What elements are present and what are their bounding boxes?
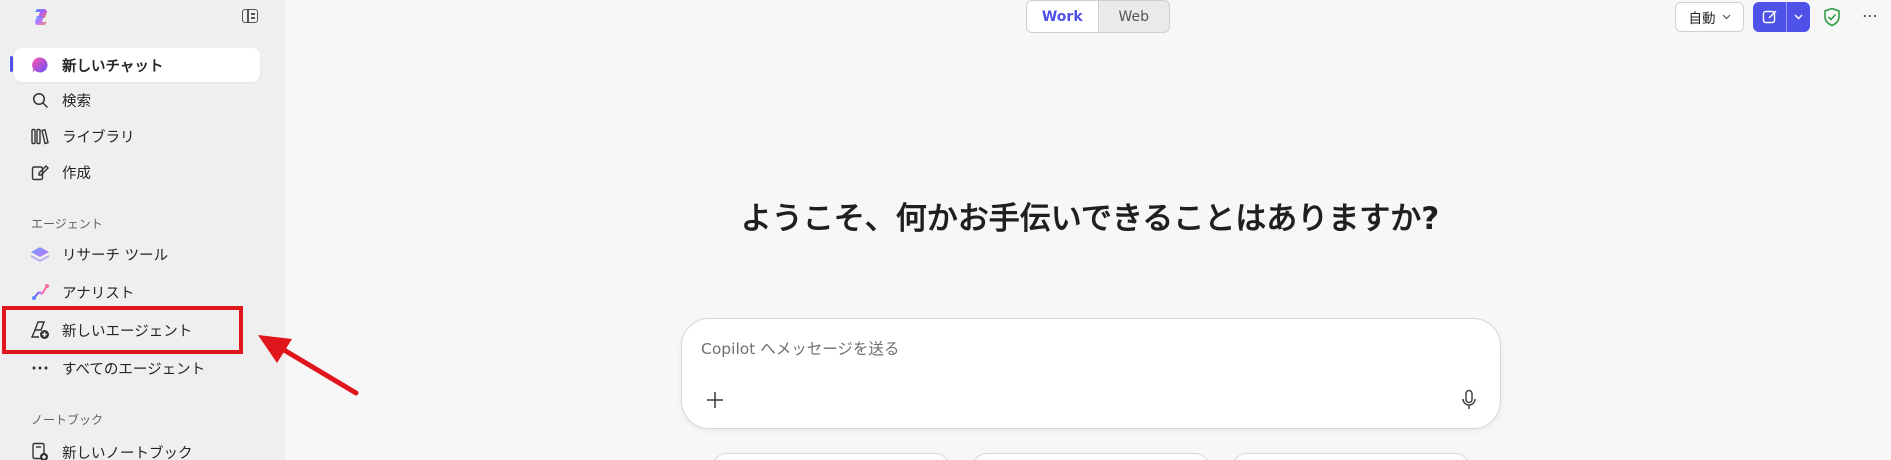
create-icon (30, 162, 50, 182)
sidebar-item-label: ライブラリ (62, 129, 135, 146)
notebooks-section-label: ノートブック (31, 413, 104, 427)
sidebar-item-new-chat[interactable]: 新しいチャット (14, 48, 260, 82)
sidebar-item-label: すべてのエージェント (62, 361, 206, 378)
mode-toggle: Work Web (1026, 0, 1170, 33)
compose-icon (1762, 10, 1776, 24)
tab-web[interactable]: Web (1099, 1, 1170, 32)
model-select-label: 自動 (1688, 11, 1716, 27)
agents-section-label: エージェント (31, 217, 103, 231)
analyst-icon (30, 282, 50, 302)
sidebar-item-label: 新しいノートブック (62, 445, 193, 460)
sidebar: 新しいチャット 検索 ライブラリ 作成 エージェント リサーチ ツール アナリス… (0, 0, 286, 460)
shield-check-icon[interactable] (1823, 7, 1841, 27)
active-indicator (10, 56, 13, 72)
highlight-box (2, 306, 243, 354)
copilot-logo-icon[interactable] (31, 7, 51, 27)
sidebar-item-label: 作成 (62, 165, 91, 182)
more-horizontal-icon (30, 358, 50, 378)
annotation-arrow (258, 335, 359, 396)
sidebar-toggle-icon[interactable] (242, 9, 258, 23)
sidebar-item-label: 検索 (62, 93, 91, 110)
sidebar-item-label: リサーチ ツール (62, 247, 169, 264)
new-chat-options-button[interactable] (1786, 2, 1810, 32)
sidebar-item-analyst[interactable]: アナリスト (14, 275, 260, 309)
chevron-down-icon (1722, 14, 1730, 20)
sidebar-item-search[interactable]: 検索 (14, 83, 260, 117)
sidebar-item-create[interactable]: 作成 (14, 155, 260, 189)
tab-work[interactable]: Work (1027, 1, 1099, 32)
suggestion-chip[interactable] (712, 453, 950, 460)
search-icon (30, 90, 50, 110)
sidebar-item-library[interactable]: ライブラリ (14, 119, 260, 153)
new-chat-button[interactable] (1753, 2, 1786, 32)
more-options-icon[interactable]: ⋯ (1862, 6, 1879, 25)
microphone-icon[interactable] (1461, 389, 1477, 411)
sidebar-item-label: 新しいチャット (62, 58, 164, 75)
suggestion-chip[interactable] (1232, 453, 1470, 460)
sidebar-item-new-notebook[interactable]: 新しいノートブック (14, 435, 260, 460)
research-tool-icon (30, 244, 50, 264)
sidebar-item-label: アナリスト (62, 285, 135, 302)
sidebar-item-research-tool[interactable]: リサーチ ツール (14, 237, 260, 271)
chevron-down-icon (1794, 14, 1803, 20)
add-icon[interactable] (705, 390, 725, 410)
model-select-dropdown[interactable]: 自動 (1675, 2, 1744, 32)
message-composer[interactable]: Copilot へメッセージを送る (681, 318, 1501, 429)
new-chat-split-button (1753, 2, 1810, 32)
suggestion-chip[interactable] (972, 453, 1210, 460)
sidebar-item-all-agents[interactable]: すべてのエージェント (14, 351, 260, 385)
welcome-heading: ようこそ、何かお手伝いできることはありますか? (740, 201, 1440, 237)
library-icon (30, 126, 50, 146)
composer-input[interactable]: Copilot へメッセージを送る (701, 337, 899, 359)
copilot-chat-icon (30, 55, 50, 75)
new-notebook-icon (30, 442, 50, 460)
